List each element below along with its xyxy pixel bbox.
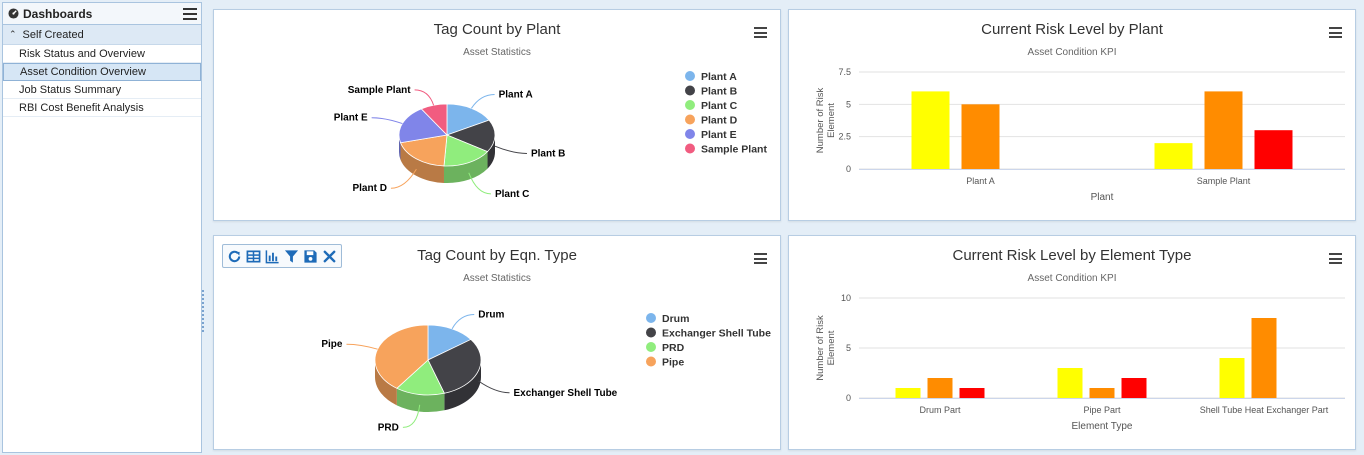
panel-risk-level-by-plant: Current Risk Level by Plant Asset Condit… — [788, 9, 1356, 221]
legend-label-plant-c: Plant C — [701, 100, 738, 112]
x-tick-label: Sample Plant — [1197, 176, 1251, 186]
legend-label-plant-b: Plant B — [701, 86, 738, 98]
bar-drum-part-0 — [895, 388, 921, 398]
pie-label-plant-d: Plant D — [352, 183, 386, 194]
y-tick-label: 0 — [846, 393, 851, 403]
pie-label-drum: Drum — [478, 310, 504, 321]
x-tick-label: Plant A — [966, 176, 995, 186]
pie-connector-drum — [451, 314, 475, 330]
legend-marker-exchanger-shell-tube — [646, 327, 656, 338]
bar-drum-part-2 — [959, 388, 985, 398]
pie-connector-pipe — [346, 343, 378, 350]
legend-label-pipe: Pipe — [662, 357, 684, 369]
panel-risk-level-by-element-type: Current Risk Level by Element Type Asset… — [788, 235, 1356, 450]
legend-marker-plant-e — [685, 129, 695, 139]
pie-connector-plant-e — [371, 117, 403, 125]
bar-plant-a-0 — [911, 91, 950, 169]
sidebar-group-label: Self Created — [22, 28, 84, 41]
y-tick-label: 5 — [846, 99, 851, 109]
legend-marker-plant-d — [685, 114, 695, 125]
bar-sample-plant-2 — [1254, 130, 1293, 169]
sidebar-item-rbi-cost[interactable]: RBI Cost Benefit Analysis — [3, 99, 201, 117]
bar-sample-plant-0 — [1154, 143, 1193, 169]
pie-connector-plant-b — [494, 145, 527, 154]
sidebar-header: Dashboards — [3, 3, 201, 25]
sidebar-item-risk-status[interactable]: Risk Status and Overview — [3, 45, 201, 63]
legend-marker-pipe — [646, 356, 656, 367]
legend-marker-plant-c — [685, 100, 695, 110]
pie-label-plant-e: Plant E — [334, 113, 368, 124]
y-tick-label: 7.5 — [838, 67, 851, 77]
panel-tag-count-by-plant: Tag Count by Plant Asset Statistics Plan… — [213, 9, 781, 221]
y-tick-label: 10 — [841, 293, 851, 303]
pie-label-exchanger-shell-tube: Exchanger Shell Tube — [514, 388, 618, 399]
y-axis-title-line2: Element — [826, 330, 837, 365]
y-tick-label: 2.5 — [838, 132, 851, 142]
y-axis-title-line1: Number of Risk — [815, 88, 826, 154]
sidebar-item-job-status[interactable]: Job Status Summary — [3, 81, 201, 99]
pie-label-plant-c: Plant C — [495, 189, 529, 200]
legend-label-sample-plant: Sample Plant — [701, 144, 767, 156]
pie-connector-plant-a — [471, 94, 495, 109]
legend-label-drum: Drum — [662, 313, 689, 325]
x-axis-title: Element Type — [1072, 421, 1133, 432]
legend-label-plant-d: Plant D — [701, 115, 738, 127]
legend-marker-plant-b — [685, 85, 695, 96]
pie-label-plant-b: Plant B — [531, 148, 565, 159]
legend-label-exchanger-shell-tube: Exchanger Shell Tube — [662, 328, 771, 340]
bar-pipe-part-1 — [1089, 388, 1115, 398]
bar-plant-a-1 — [961, 104, 1000, 169]
sidebar-title-label: Dashboards — [23, 6, 93, 21]
dashboard-icon — [8, 8, 19, 19]
y-axis-title-line2: Element — [826, 103, 837, 138]
x-axis-title: Plant — [1091, 192, 1114, 203]
legend-label-plant-e: Plant E — [701, 129, 737, 141]
legend-marker-plant-a — [685, 71, 695, 81]
legend-label-plant-a: Plant A — [701, 71, 737, 83]
bar-shell-tube-heat-exchanger-part-1 — [1251, 318, 1277, 398]
sidebar-item-label: Asset Condition Overview — [20, 66, 146, 78]
pie-connector-sample-plant — [414, 89, 435, 106]
bar-drum-part-1 — [927, 378, 953, 398]
pie-chart-eqn-type: Drum Exchanger Shell Tube PRD Pipe Drum Excha… — [321, 310, 771, 434]
legend-marker-drum — [646, 313, 656, 323]
x-tick-label: Shell Tube Heat Exchanger Part — [1200, 405, 1329, 415]
y-tick-label: 5 — [846, 343, 851, 353]
sidebar-item-label: Job Status Summary — [19, 83, 122, 96]
pie-label-sample-plant: Sample Plant — [348, 85, 411, 96]
sidebar-menu-icon[interactable] — [183, 7, 197, 20]
sidebar-item-label: Risk Status and Overview — [19, 47, 145, 60]
panel-splitter[interactable] — [202, 290, 206, 332]
legend-label-prd: PRD — [662, 342, 685, 354]
legend-marker-sample-plant — [685, 143, 695, 154]
chevron-up-icon: ⌃ — [9, 29, 17, 39]
bar-pipe-part-0 — [1057, 368, 1083, 398]
x-tick-label: Pipe Part — [1083, 405, 1121, 415]
bar-sample-plant-1 — [1204, 91, 1243, 169]
x-tick-label: Drum Part — [919, 405, 961, 415]
bar-pipe-part-2 — [1121, 378, 1147, 398]
y-axis-title-line1: Number of Risk — [815, 315, 826, 381]
pie-chart-plant: Plant A Plant B Plant C Plant D Plant E Sampl… — [334, 71, 767, 200]
sidebar-group-self-created[interactable]: ⌃ Self Created — [3, 25, 201, 45]
legend-marker-prd — [646, 342, 656, 352]
sidebar: Dashboards ⌃ Self Created Risk Status an… — [2, 2, 202, 453]
bar-shell-tube-heat-exchanger-part-0 — [1219, 358, 1245, 398]
y-tick-label: 0 — [846, 164, 851, 174]
bar-chart-plant: 0 2.5 5 7.5 Plant A Sample Plant Plant Number o… — [815, 67, 1345, 203]
sidebar-item-asset-condition[interactable]: Asset Condition Overview — [3, 63, 201, 81]
pie-label-pipe: Pipe — [321, 339, 343, 350]
pie-label-plant-a: Plant A — [499, 90, 533, 101]
sidebar-item-label: RBI Cost Benefit Analysis — [19, 101, 144, 114]
sidebar-title: Dashboards — [8, 7, 92, 21]
bar-chart-element-type: 0 5 10 Drum Part Pipe Part Shell Tube Heat Ex… — [815, 293, 1345, 432]
panel-tag-count-by-eqn-type: Tag Count by Eqn. Type Asset Statistics … — [213, 235, 781, 450]
pie-connector-exchanger-shell-tube — [478, 380, 510, 394]
pie-label-prd: PRD — [378, 422, 399, 433]
